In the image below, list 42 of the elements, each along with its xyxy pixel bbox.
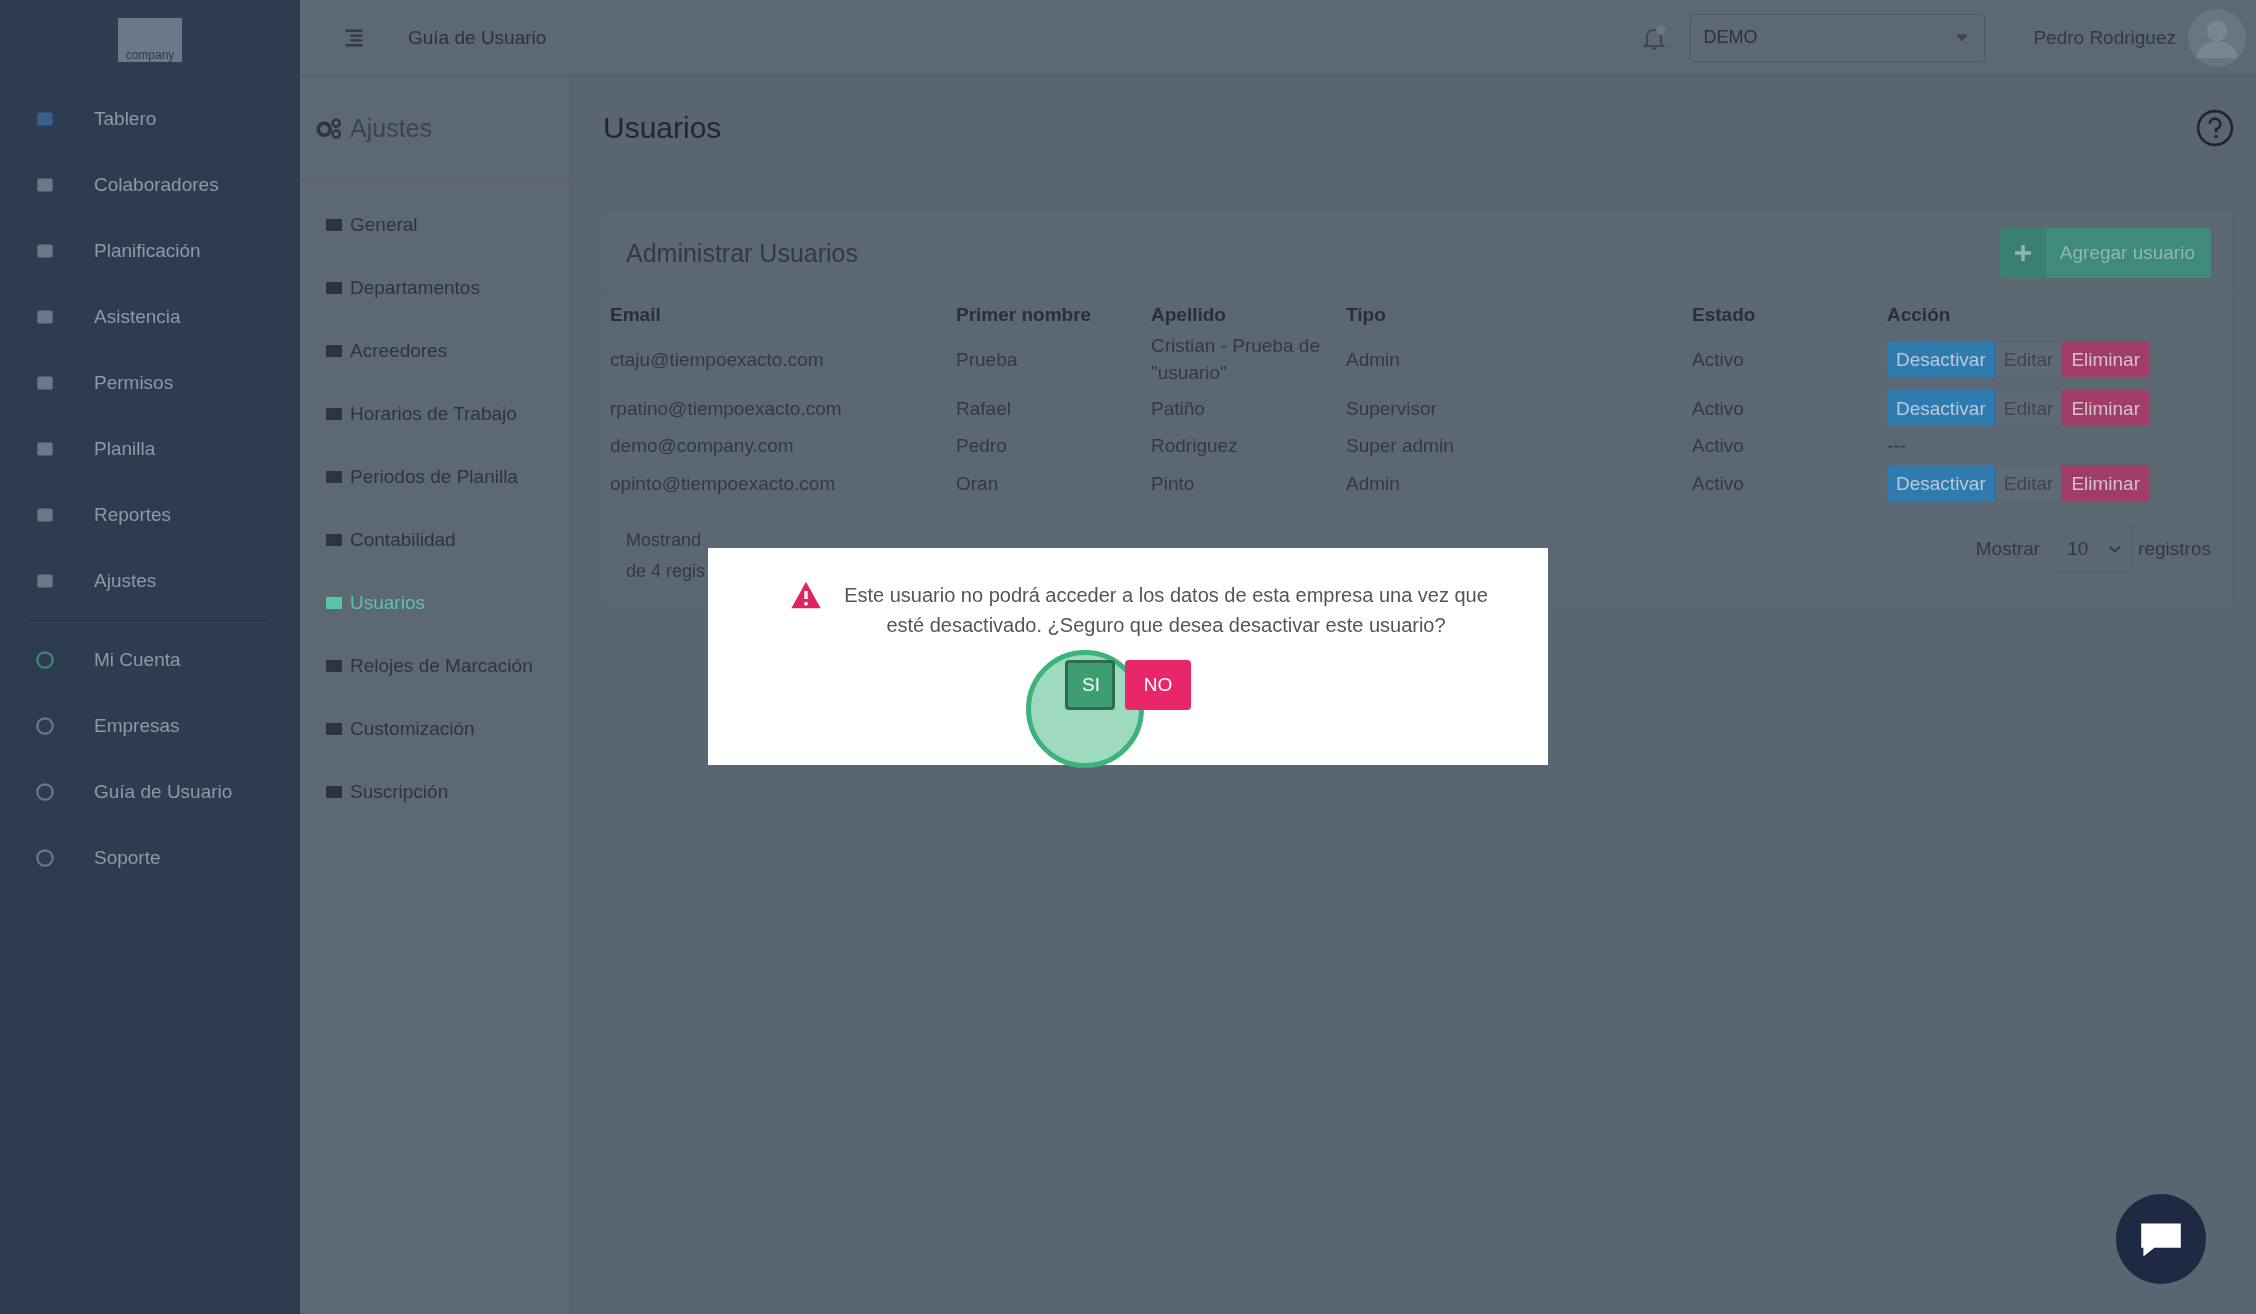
- company-select[interactable]: DEMO: [1690, 13, 1986, 62]
- guide-link[interactable]: Guía de Usuario: [408, 26, 547, 49]
- delete-button[interactable]: Eliminar: [2062, 341, 2149, 377]
- column-header: Primer nombre: [955, 303, 1093, 327]
- column-header: Apellido: [1150, 303, 1227, 327]
- cancel-button[interactable]: NO: [1125, 660, 1191, 710]
- sidebar-item[interactable]: Empresas: [0, 693, 300, 759]
- plus-icon: [1999, 228, 2046, 278]
- sidebar-item[interactable]: Permisos: [0, 350, 300, 416]
- sidebar-item[interactable]: Colaboradores: [0, 152, 300, 218]
- deactivate-button[interactable]: Desactivar: [1887, 341, 1995, 377]
- avatar-icon[interactable]: [2188, 8, 2246, 67]
- sidebar-item[interactable]: Reportes: [0, 482, 300, 548]
- column-header: Tipo: [1345, 303, 1387, 327]
- column-header: Email: [609, 303, 662, 327]
- warning-icon: [790, 580, 822, 610]
- column-header: Estado: [1691, 303, 1757, 327]
- sidebar-item[interactable]: Planilla: [0, 416, 300, 482]
- sidebar-item[interactable]: Planificación: [0, 218, 300, 284]
- sidebar-item[interactable]: Mi Cuenta: [0, 627, 300, 693]
- delete-button[interactable]: Eliminar: [2062, 465, 2149, 501]
- page-title: Usuarios: [603, 111, 722, 145]
- add-user-button[interactable]: Agregar usuario: [1999, 228, 2211, 278]
- settings-item[interactable]: Usuarios: [300, 571, 570, 634]
- deactivate-button[interactable]: Desactivar: [1887, 390, 1995, 426]
- chevron-icon: [2109, 545, 2122, 553]
- deactivate-button[interactable]: Desactivar: [1887, 465, 1995, 501]
- sidebar-item[interactable]: Guía de Usuario: [0, 759, 300, 825]
- caret-icon: [1956, 33, 1969, 42]
- delete-button[interactable]: Eliminar: [2062, 390, 2149, 426]
- help-icon[interactable]: [2196, 109, 2234, 147]
- sidebar-item[interactable]: Ajustes: [0, 548, 300, 614]
- bell-icon[interactable]: [1640, 23, 1669, 52]
- confirm-button[interactable]: SI: [1065, 660, 1115, 710]
- sidebar-item[interactable]: Tablero: [0, 86, 300, 152]
- sidebar-item[interactable]: Asistencia: [0, 284, 300, 350]
- column-header: Acción: [1886, 303, 1952, 327]
- company-logo[interactable]: company: [118, 18, 182, 62]
- sidebar-item[interactable]: Soporte: [0, 825, 300, 891]
- dialog-message: Este usuario no podrá acceder a los datos de esta empresa una vez que esté desactivado. ¿Seguro que desea desactivar este usuario?: [843, 583, 1489, 638]
- gears-icon: [314, 116, 344, 140]
- table-cell: ---: [1887, 435, 1906, 456]
